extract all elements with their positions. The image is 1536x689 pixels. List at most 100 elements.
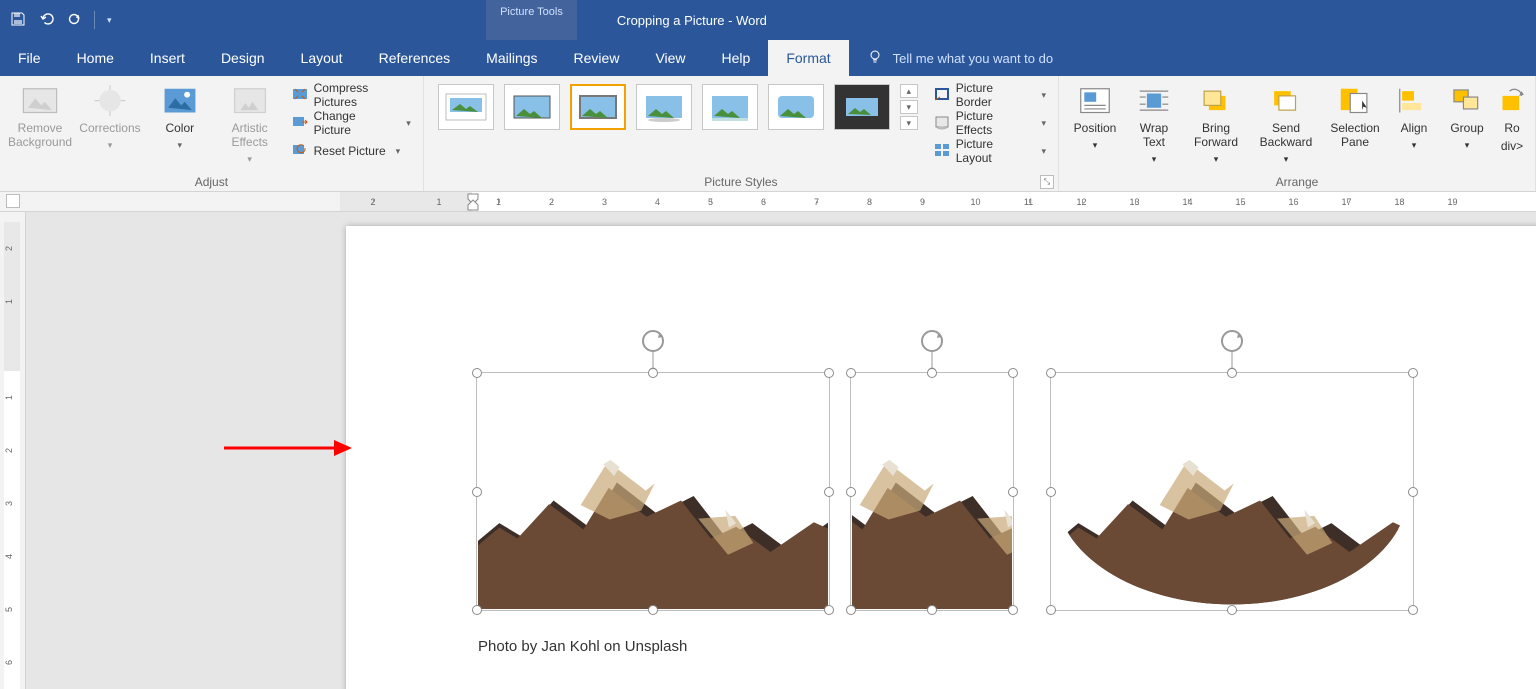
resize-handle[interactable] — [1227, 605, 1237, 615]
bring-forward-button[interactable]: Bring Forward▾ — [1185, 80, 1247, 164]
tab-format[interactable]: Format — [768, 40, 848, 76]
ruler-tick: 6 — [4, 636, 20, 689]
tab-home[interactable]: Home — [59, 40, 132, 76]
resize-handle[interactable] — [846, 368, 856, 378]
picture-style-gallery[interactable]: ▴ ▾ ▾ — [432, 80, 924, 134]
redo-icon[interactable] — [66, 11, 82, 30]
tab-references[interactable]: References — [361, 40, 469, 76]
gallery-scroll-up[interactable]: ▴ — [900, 84, 918, 98]
picture-styles-dialog-launcher[interactable]: ⤡ — [1040, 175, 1054, 189]
picture-style-5[interactable] — [702, 84, 758, 130]
resize-handle[interactable] — [927, 605, 937, 615]
ruler-tick: 16 — [1267, 197, 1320, 207]
tab-review[interactable]: Review — [556, 40, 638, 76]
gallery-expand[interactable]: ▾ — [900, 116, 918, 130]
resize-handle[interactable] — [1046, 605, 1056, 615]
group-picture-styles: ▴ ▾ ▾ Picture Border▾ Picture Effects▾ P… — [424, 76, 1059, 191]
picture-border-icon — [934, 86, 950, 105]
annotation-arrow-icon — [224, 438, 354, 463]
picture-2[interactable] — [852, 374, 1012, 609]
send-backward-button[interactable]: Send Backward▾ — [1253, 80, 1319, 164]
resize-handle[interactable] — [846, 487, 856, 497]
align-button[interactable]: Align▾ — [1391, 80, 1437, 150]
gallery-scroll-down[interactable]: ▾ — [900, 100, 918, 114]
ruler-tick: 19 — [1426, 197, 1479, 207]
resize-handle[interactable] — [824, 487, 834, 497]
mountain-image — [478, 374, 828, 609]
group-button[interactable]: Group▾ — [1443, 80, 1491, 150]
position-button[interactable]: Position▾ — [1067, 80, 1123, 150]
resize-handle[interactable] — [846, 605, 856, 615]
qat-customize-icon[interactable]: ▾ — [107, 15, 112, 26]
resize-handle[interactable] — [824, 605, 834, 615]
mountain-image-oval — [1052, 374, 1412, 609]
resize-handle[interactable] — [472, 368, 482, 378]
remove-background-icon — [21, 84, 59, 118]
change-picture-button[interactable]: Change Picture▾ — [288, 110, 415, 136]
tab-insert[interactable]: Insert — [132, 40, 203, 76]
photo-caption: Photo by Jan Kohl on Unsplash — [478, 638, 687, 655]
remove-background-button[interactable]: Remove Background — [8, 80, 72, 150]
ruler-tick: 1 — [4, 275, 20, 328]
corrections-button[interactable]: Corrections▾ — [78, 80, 142, 150]
resize-handle[interactable] — [648, 605, 658, 615]
ruler-tick: 14 — [1161, 197, 1214, 207]
mountain-image — [852, 374, 1012, 609]
position-icon — [1076, 84, 1114, 118]
document-canvas[interactable]: Photo by Jan Kohl on Unsplash — [26, 212, 1536, 689]
resize-handle[interactable] — [1008, 487, 1018, 497]
tab-mailings[interactable]: Mailings — [468, 40, 555, 76]
ruler-tick: 8 — [843, 197, 896, 207]
resize-handle[interactable] — [648, 368, 658, 378]
tell-me-search[interactable]: Tell me what you want to do — [849, 40, 1071, 76]
wrap-text-button[interactable]: Wrap Text▾ — [1129, 80, 1179, 164]
tab-layout[interactable]: Layout — [283, 40, 361, 76]
bring-forward-icon — [1197, 84, 1235, 118]
tab-file[interactable]: File — [0, 40, 59, 76]
resize-handle[interactable] — [472, 487, 482, 497]
resize-handle[interactable] — [1008, 605, 1018, 615]
picture-1[interactable] — [478, 374, 828, 609]
compress-pictures-button[interactable]: Compress Pictures — [288, 82, 415, 108]
picture-style-4[interactable] — [636, 84, 692, 130]
ruler-tick: 10 — [949, 197, 1002, 207]
picture-effects-button[interactable]: Picture Effects▾ — [930, 110, 1050, 136]
tab-view[interactable]: View — [637, 40, 703, 76]
ribbon: Remove Background Corrections▾ Color▾ Ar… — [0, 76, 1536, 192]
picture-style-2[interactable] — [504, 84, 560, 130]
color-button[interactable]: Color▾ — [148, 80, 212, 150]
resize-handle[interactable] — [1227, 368, 1237, 378]
resize-handle[interactable] — [1046, 368, 1056, 378]
resize-handle[interactable] — [472, 605, 482, 615]
ruler-vertical[interactable]: 2 1 1 2 3 4 5 6 — [0, 212, 26, 689]
tab-help[interactable]: Help — [704, 40, 769, 76]
compress-icon — [292, 86, 308, 105]
selection-pane-button[interactable]: Selection Pane — [1325, 80, 1385, 150]
picture-border-button[interactable]: Picture Border▾ — [930, 82, 1050, 108]
picture-layout-button[interactable]: Picture Layout▾ — [930, 138, 1050, 164]
save-icon[interactable] — [10, 11, 26, 30]
reset-picture-button[interactable]: Reset Picture▾ — [288, 138, 415, 164]
ruler-horizontal[interactable]: 2 1 1 2 3 4 5 6 7 8 9 10 11 12 13 14 15 … — [0, 192, 1536, 212]
tab-design[interactable]: Design — [203, 40, 283, 76]
ruler-tick: 4 — [4, 530, 20, 583]
wrap-text-icon — [1135, 84, 1173, 118]
resize-handle[interactable] — [824, 368, 834, 378]
resize-handle[interactable] — [1408, 487, 1418, 497]
tab-selector[interactable] — [6, 194, 20, 208]
gallery-scroll: ▴ ▾ ▾ — [900, 84, 918, 130]
ruler-tick: 6 — [737, 197, 790, 207]
rotate-button[interactable]: Ro div> — [1497, 80, 1527, 154]
picture-style-1[interactable] — [438, 84, 494, 130]
resize-handle[interactable] — [1008, 368, 1018, 378]
resize-handle[interactable] — [927, 368, 937, 378]
picture-style-6[interactable] — [768, 84, 824, 130]
picture-style-7[interactable] — [834, 84, 890, 130]
picture-3[interactable] — [1052, 374, 1412, 609]
undo-icon[interactable] — [38, 11, 54, 30]
resize-handle[interactable] — [1408, 605, 1418, 615]
resize-handle[interactable] — [1408, 368, 1418, 378]
artistic-effects-button[interactable]: Artistic Effects▾ — [218, 80, 282, 164]
picture-style-3[interactable] — [570, 84, 626, 130]
resize-handle[interactable] — [1046, 487, 1056, 497]
